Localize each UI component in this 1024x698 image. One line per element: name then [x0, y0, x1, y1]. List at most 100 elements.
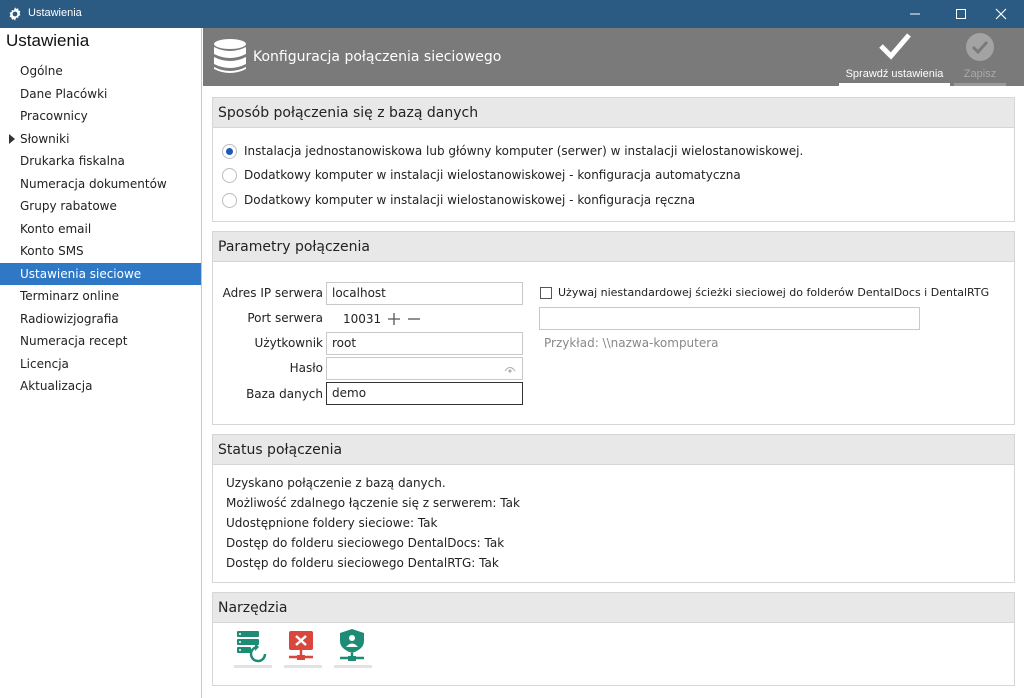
sidebar-item-drukarka-fiskalna[interactable]: Drukarka fiskalna	[0, 150, 201, 172]
title-bar: Ustawienia	[0, 0, 1024, 28]
connection-params-panel: Parametry połączenia Adres IP serwera lo…	[212, 231, 1015, 425]
sidebar-item-grupy-rabatowe[interactable]: Grupy rabatowe	[0, 195, 201, 217]
sidebar-item-slowniki[interactable]: Słowniki	[0, 128, 201, 150]
sidebar-item-label: Słowniki	[20, 132, 70, 146]
sidebar-item-konto-sms[interactable]: Konto SMS	[0, 240, 201, 262]
connection-status-title: Status połączenia	[213, 435, 1014, 465]
database-name-input[interactable]: demo	[326, 382, 523, 405]
status-line: Dostęp do folderu sieciowego DentalRTG: …	[226, 556, 499, 570]
sidebar-item-aktualizacja[interactable]: Aktualizacja	[0, 375, 201, 397]
server-port-stepper[interactable]: 10031	[326, 307, 426, 330]
sidebar-item-label: Aktualizacja	[20, 379, 93, 393]
sidebar-item-label: Numeracja dokumentów	[20, 177, 167, 191]
radio-button-selected[interactable]	[222, 143, 237, 159]
sidebar-item-terminarz-online[interactable]: Terminarz online	[0, 285, 201, 307]
sidebar-item-ustawienia-sieciowe[interactable]: Ustawienia sieciowe	[0, 263, 201, 285]
status-line: Uzyskano połączenie z bazą danych.	[226, 476, 446, 490]
tools-panel: Narzędzia	[212, 592, 1015, 686]
sidebar-item-konto-email[interactable]: Konto email	[0, 218, 201, 240]
sidebar-item-label: Ogólne	[20, 64, 63, 78]
status-line: Możliwość zdalnego łączenie się z serwer…	[226, 496, 520, 510]
username-label: Użytkownik	[254, 336, 323, 350]
status-line: Udostępnione foldery sieciowe: Tak	[226, 516, 438, 530]
sidebar-item-label: Licencja	[20, 357, 69, 371]
server-address-label: Adres IP serwera	[222, 286, 323, 300]
sidebar-heading: Ustawienia	[6, 31, 90, 50]
sidebar-item-label: Grupy rabatowe	[20, 199, 117, 213]
save-label: Zapisz	[963, 68, 997, 80]
custom-path-checkbox[interactable]	[540, 286, 552, 299]
checkmark-icon	[878, 33, 911, 60]
username-input[interactable]: root	[326, 332, 523, 355]
server-port-value: 10031	[343, 311, 382, 326]
custom-path-checkbox-row[interactable]: Używaj niestandardowej ścieżki sieciowej…	[540, 286, 989, 299]
tool-underline	[334, 665, 372, 668]
gear-icon	[9, 7, 21, 21]
sidebar-item-numeracja-dokumentow[interactable]: Numeracja dokumentów	[0, 173, 201, 195]
radio-option-standalone[interactable]: Instalacja jednostanowiskowa lub główny …	[222, 141, 803, 161]
connection-mode-title: Sposób połączenia się z bazą danych	[213, 98, 1014, 128]
expand-caret-icon[interactable]	[9, 134, 15, 144]
button-underline	[954, 83, 1006, 86]
server-port-label: Port serwera	[247, 311, 323, 325]
network-path-example: Przykład: \\nazwa-komputera	[544, 336, 719, 350]
minimize-button[interactable]	[892, 0, 938, 28]
server-address-input[interactable]: localhost	[326, 282, 523, 305]
check-circle-icon	[966, 33, 994, 61]
network-disconnect-button[interactable]	[284, 626, 322, 668]
radio-label: Dodatkowy komputer w instalacji wielosta…	[244, 168, 741, 182]
tool-underline	[284, 665, 322, 668]
radio-option-manual[interactable]: Dodatkowy komputer w instalacji wielosta…	[222, 190, 695, 210]
sidebar-item-ogolne[interactable]: Ogólne	[0, 60, 201, 82]
window-title: Ustawienia	[28, 7, 82, 19]
check-settings-button[interactable]: Sprawdź ustawienia	[839, 28, 950, 86]
server-restore-icon	[237, 631, 267, 663]
sidebar: Ustawienia Ogólne Dane Placówki Pracowni…	[0, 28, 202, 698]
network-shield-icon	[340, 629, 364, 661]
connection-status-panel: Status połączenia Uzyskano połączenie z …	[212, 434, 1015, 583]
sidebar-item-label: Dane Placówki	[20, 87, 108, 101]
page-title: Konfiguracja połączenia sieciowego	[253, 49, 502, 65]
radio-option-auto[interactable]: Dodatkowy komputer w instalacji wielosta…	[222, 165, 741, 185]
sidebar-item-radiowizjografia[interactable]: Radiowizjografia	[0, 308, 201, 330]
sidebar-item-licencja[interactable]: Licencja	[0, 353, 201, 375]
connection-mode-panel: Sposób połączenia się z bazą danych Inst…	[212, 97, 1015, 222]
sidebar-item-label: Ustawienia sieciowe	[20, 267, 142, 281]
page-header: Konfiguracja połączenia sieciowego Spraw…	[203, 28, 1024, 86]
minus-icon[interactable]	[407, 312, 421, 326]
sidebar-item-label: Radiowizjografia	[20, 312, 119, 326]
sidebar-item-label: Terminarz online	[20, 289, 120, 303]
password-label: Hasło	[289, 361, 323, 375]
plus-icon[interactable]	[387, 312, 401, 326]
radio-button[interactable]	[222, 167, 237, 183]
status-line: Dostęp do folderu sieciowego DentalDocs:…	[226, 536, 505, 550]
save-button[interactable]: Zapisz	[954, 28, 1006, 86]
radio-button[interactable]	[222, 192, 237, 208]
close-icon	[995, 8, 1007, 20]
database-name-label: Baza danych	[246, 387, 323, 401]
sidebar-item-pracownicy[interactable]: Pracownicy	[0, 105, 201, 127]
tool-underline	[234, 665, 272, 668]
sidebar-item-numeracja-recept[interactable]: Numeracja recept	[0, 330, 201, 352]
sidebar-item-label: Numeracja recept	[20, 334, 128, 348]
button-underline	[839, 83, 950, 86]
radio-label: Dodatkowy komputer w instalacji wielosta…	[244, 193, 696, 207]
custom-path-label: Używaj niestandardowej ścieżki sieciowej…	[558, 286, 990, 299]
maximize-icon	[956, 9, 966, 19]
radio-label: Instalacja jednostanowiskowa lub główny …	[244, 144, 804, 158]
tools-title: Narzędzia	[213, 593, 1014, 623]
sidebar-item-label: Konto email	[20, 222, 92, 236]
network-disconnect-icon	[289, 631, 313, 660]
close-button[interactable]	[978, 0, 1024, 28]
eye-icon[interactable]	[504, 363, 516, 375]
network-path-input[interactable]	[539, 307, 920, 330]
server-restore-button[interactable]	[234, 626, 272, 668]
password-input[interactable]	[326, 357, 523, 380]
sidebar-item-dane-placowki[interactable]: Dane Placówki	[0, 83, 201, 105]
network-shield-button[interactable]	[334, 626, 372, 668]
database-icon	[214, 39, 246, 73]
connection-params-title: Parametry połączenia	[213, 232, 1014, 262]
sidebar-item-label: Drukarka fiskalna	[20, 154, 125, 168]
minimize-icon	[910, 13, 920, 15]
sidebar-item-label: Pracownicy	[20, 109, 88, 123]
